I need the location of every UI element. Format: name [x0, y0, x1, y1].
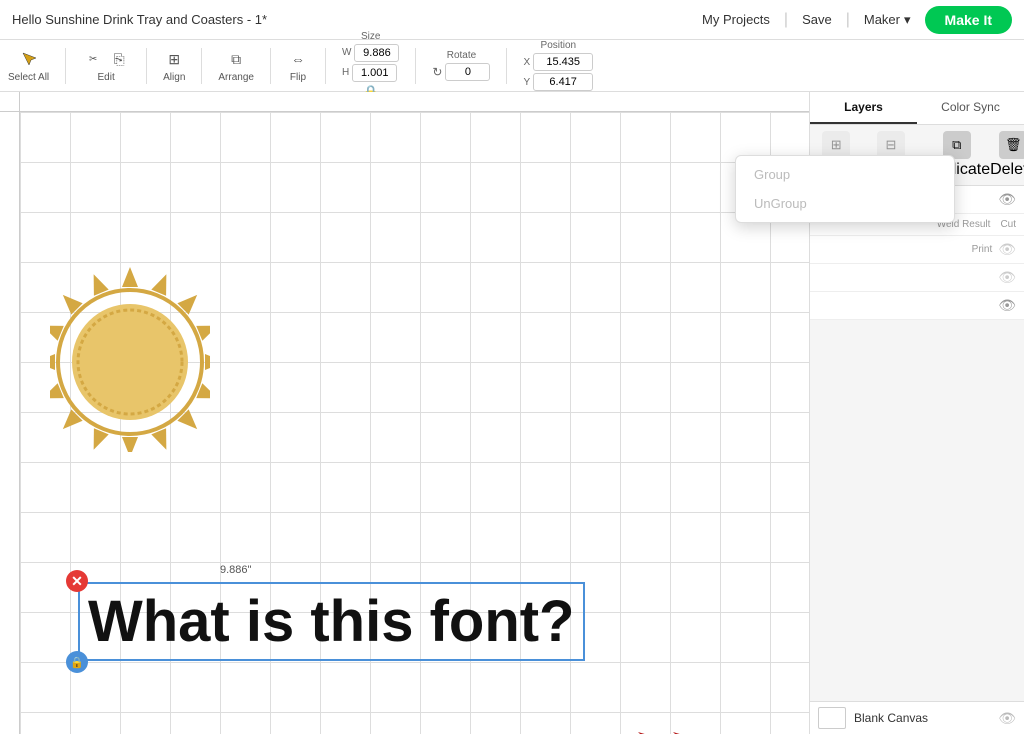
canvas-area[interactable]: 9.886" ✕ 🔒 What is this font?: [0, 92, 809, 734]
divider1: [65, 48, 66, 84]
align-label[interactable]: Align: [163, 72, 185, 83]
align-section: ⊞ Align: [163, 48, 185, 83]
chevron-down-icon: ▾: [904, 12, 911, 28]
layer-item-sub3[interactable]: 👁: [810, 264, 1024, 292]
layer-item-sub2[interactable]: Print 👁: [810, 236, 1024, 264]
flip-icon[interactable]: ⇔: [287, 48, 309, 70]
edit-label[interactable]: Edit: [98, 72, 115, 83]
size-h-label: H: [342, 67, 349, 78]
position-section: Position X Y: [523, 40, 593, 91]
tab-color-sync[interactable]: Color Sync: [917, 92, 1024, 124]
ruler-corner: [0, 92, 20, 112]
size-label: Size: [361, 31, 380, 42]
lock-handle[interactable]: 🔒: [66, 651, 88, 673]
cut-label: Cut: [1000, 219, 1016, 230]
size-h-input[interactable]: [352, 64, 397, 82]
cm-item-group: Group: [736, 160, 954, 189]
text-content: What is this font?: [88, 588, 575, 655]
edit-section: ✂ ⎘ Edit: [82, 48, 130, 83]
divider2: [146, 48, 147, 84]
blank-canvas-label: Blank Canvas: [854, 711, 990, 725]
flip-section: ⇔ Flip: [287, 48, 309, 83]
save-link[interactable]: Save: [802, 12, 832, 27]
ruler-horizontal: [20, 92, 809, 112]
blank-canvas-eye[interactable]: 👁: [998, 710, 1016, 727]
blank-canvas-row: Blank Canvas 👁: [810, 701, 1024, 734]
select-all-icons: [18, 48, 40, 70]
app-title: Hello Sunshine Drink Tray and Coasters -…: [12, 12, 267, 27]
align-icon[interactable]: ⊞: [163, 48, 185, 70]
tab-layers[interactable]: Layers: [810, 92, 917, 124]
top-bar: Hello Sunshine Drink Tray and Coasters -…: [0, 0, 1024, 40]
size-w-input[interactable]: [354, 44, 399, 62]
select-all-label[interactable]: Select All: [8, 72, 49, 83]
arrange-icon[interactable]: ⧉: [225, 48, 247, 70]
ruler-vertical: [0, 92, 20, 734]
layer-visibility-icon[interactable]: 👁: [998, 191, 1016, 208]
select-all-section: Select All: [8, 48, 49, 83]
delete-action[interactable]: 🗑 Delete: [990, 131, 1024, 179]
delete-label: Delete: [990, 161, 1024, 179]
separator2: |: [846, 11, 850, 29]
maker-dropdown[interactable]: Maker ▾: [864, 12, 911, 28]
arrange-section: ⧉ Arrange: [218, 48, 254, 83]
copy-icon[interactable]: ⎘: [108, 48, 130, 70]
dimension-label: 9.886": [220, 564, 251, 576]
divider6: [415, 48, 416, 84]
rotate-section: Rotate ↻: [432, 50, 490, 81]
context-menu: GroupUnGroup: [735, 155, 955, 223]
layer-sub4-eye[interactable]: 👁: [998, 297, 1016, 314]
top-bar-right: My Projects | Save | Maker ▾ Make It: [702, 6, 1012, 34]
divider7: [506, 48, 507, 84]
scissors-icon[interactable]: ✂: [82, 48, 104, 70]
layer-item-sub4[interactable]: 👁: [810, 292, 1024, 320]
layer-section: ▼ Weld Result 👁 Weld Result Cut Print 👁 …: [810, 186, 1024, 701]
grid-canvas: 9.886" ✕ 🔒 What is this font?: [20, 112, 809, 734]
size-section: Size W H 🔒: [342, 31, 399, 101]
divider5: [325, 48, 326, 84]
position-y-label: Y: [523, 77, 530, 88]
rotate-label: Rotate: [447, 50, 476, 61]
rotate-input[interactable]: [445, 63, 490, 81]
divider4: [270, 48, 271, 84]
sun-svg: [50, 232, 210, 452]
flip-label[interactable]: Flip: [290, 72, 306, 83]
position-y-input[interactable]: [533, 73, 593, 91]
maker-label: Maker: [864, 12, 900, 27]
print-label: Print: [972, 244, 993, 255]
position-label: Position: [541, 40, 577, 51]
make-it-button[interactable]: Make It: [925, 6, 1012, 34]
divider3: [201, 48, 202, 84]
arrange-label[interactable]: Arrange: [218, 72, 254, 83]
position-x-label: X: [523, 57, 530, 68]
size-w-label: W: [342, 47, 351, 58]
my-projects-link[interactable]: My Projects: [702, 12, 770, 27]
blank-canvas-swatch[interactable]: [818, 707, 846, 729]
layer-sub2-eye[interactable]: 👁: [998, 241, 1016, 258]
separator: |: [784, 11, 788, 29]
sun-graphic[interactable]: [50, 232, 210, 452]
rotate-icon: ↻: [432, 65, 442, 79]
position-x-input[interactable]: [533, 53, 593, 71]
delete-handle[interactable]: ✕: [66, 570, 88, 592]
arrow-annotation: [638, 722, 728, 734]
layer-sub3-eye[interactable]: 👁: [998, 269, 1016, 286]
panel-tabs: Layers Color Sync: [810, 92, 1024, 125]
cursor-icon[interactable]: [18, 48, 40, 70]
cm-item-ungroup: UnGroup: [736, 189, 954, 218]
text-element[interactable]: ✕ 🔒 What is this font?: [78, 582, 585, 661]
delete-icon: 🗑: [999, 131, 1024, 159]
double-arrow-icon: [638, 722, 728, 734]
toolbar: Select All ✂ ⎘ Edit ⊞ Align ⧉ Arrange ⇔ …: [0, 40, 1024, 92]
